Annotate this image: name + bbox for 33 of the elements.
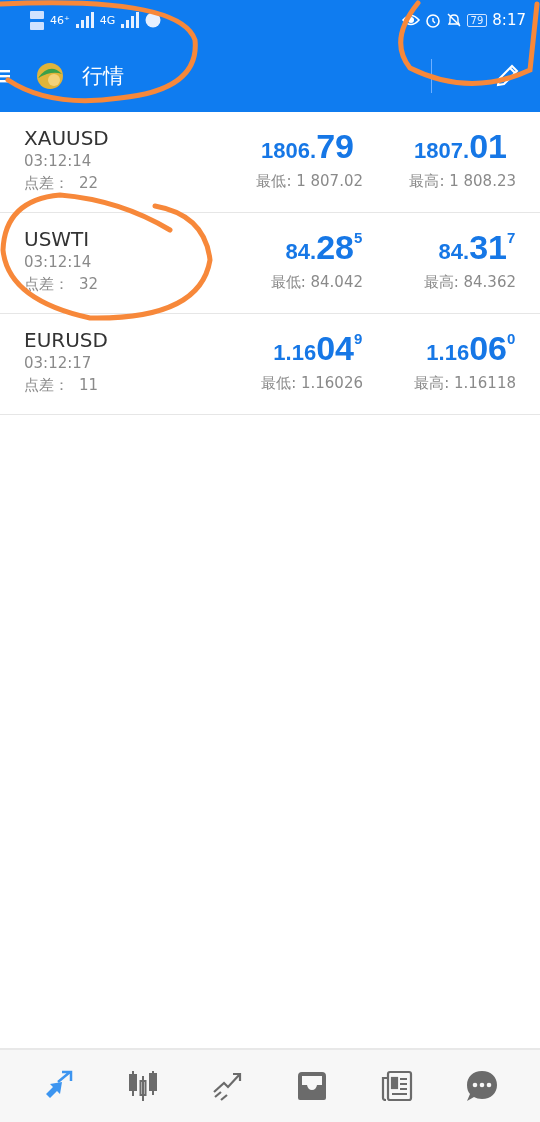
spread-label: 点差： [24, 173, 69, 194]
quote-time: 03:12:14 [24, 151, 93, 172]
low-price: 最低: 1.16026 [261, 373, 363, 394]
spread-label: 点差： [24, 375, 69, 396]
spread-value: 11 [79, 375, 99, 396]
bell-muted-icon [445, 12, 462, 28]
quote-row[interactable]: XAUUSD 03:12:14 点差： 22 1806.79 最低: 1 807.02 1807.01 最高: 1 808.23 [0, 112, 540, 213]
quote-time: 03:12:14 [24, 252, 93, 273]
app-status-icon [145, 12, 162, 28]
high-price: 最高: 1.16118 [414, 373, 516, 394]
network-label: 46⁺ [50, 13, 70, 27]
high-price: 最高: 1 808.23 [409, 171, 516, 192]
edit-icon[interactable] [494, 63, 520, 89]
signal-icon [75, 12, 94, 28]
symbol-name: USWTI [24, 227, 91, 251]
screen-title: 行情 [82, 63, 125, 90]
low-price: 最低: 1 807.02 [256, 171, 363, 192]
clock: 8:17 [492, 11, 526, 29]
symbol-name: XAUUSD [24, 126, 110, 150]
signal-icon [121, 12, 140, 28]
network-label: 4G [99, 13, 116, 27]
battery-indicator: 79 [466, 13, 488, 27]
spread-value: 22 [79, 173, 99, 194]
price: 1806.79 [261, 126, 355, 167]
hd-icon [30, 10, 44, 30]
high-price: 最高: 84.362 [423, 272, 516, 293]
alarm-icon [424, 12, 441, 28]
quote-time: 03:12:17 [24, 353, 93, 374]
low-price: 最低: 84.042 [270, 272, 363, 293]
eye-icon [401, 13, 420, 27]
price: 1807.01 [414, 126, 508, 167]
symbol-name: EURUSD [24, 328, 109, 352]
spread-value: 32 [79, 274, 99, 295]
